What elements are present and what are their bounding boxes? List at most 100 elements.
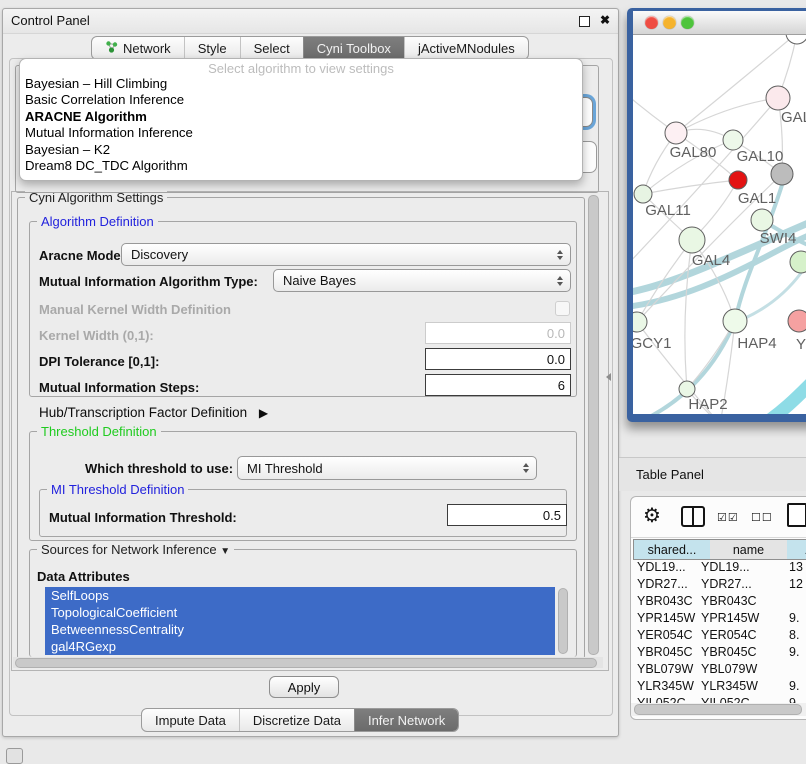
tab-style[interactable]: Style — [184, 37, 240, 59]
table-row[interactable]: YER054CYER054C8. — [631, 628, 806, 645]
split-columns-icon[interactable] — [681, 506, 705, 527]
apply-button[interactable]: Apply — [269, 676, 339, 698]
cell: 12 — [789, 577, 803, 591]
node-gcy1[interactable] — [633, 312, 647, 332]
node-gray[interactable] — [771, 163, 793, 185]
table-row[interactable]: YBR045CYBR045C9. — [631, 645, 806, 662]
attribute-item-gal4rgexp[interactable]: gal4RGexp — [45, 638, 555, 655]
column-header-name[interactable]: name — [710, 539, 788, 560]
dpi-tolerance-label: DPI Tolerance [0,1]: — [39, 354, 159, 369]
node-gal80[interactable] — [665, 122, 687, 144]
tab-discretize-data[interactable]: Discretize Data — [239, 709, 354, 731]
network-window-titlebar[interactable] — [633, 11, 806, 35]
unchecked-boxes-icon[interactable]: ☐☐ — [751, 511, 773, 524]
aracne-mode-combo[interactable]: Discovery — [121, 243, 571, 266]
attribute-item-selfloops[interactable]: SelfLoops — [45, 587, 555, 604]
manual-kernel-width-checkbox[interactable] — [555, 301, 570, 316]
cell: YDL19... — [637, 560, 686, 574]
zoom-traffic-light[interactable] — [681, 16, 694, 29]
node-hap4[interactable] — [723, 309, 747, 333]
expand-right-triangle-icon[interactable]: ▶ — [259, 406, 268, 420]
cell: YBR043C — [637, 594, 693, 608]
kernel-width-field[interactable] — [425, 322, 571, 344]
tab-label: Select — [254, 41, 290, 56]
cell: YER054C — [637, 628, 693, 642]
node-gal11[interactable] — [634, 185, 652, 203]
settings-horizontal-scrollbar[interactable] — [13, 657, 603, 668]
column-header-a[interactable]: A — [787, 539, 806, 560]
tab-jactivemnodules[interactable]: jActiveMNodules — [404, 37, 528, 59]
node-gal11-label: GAL11 — [645, 202, 691, 219]
node-hap2[interactable] — [679, 381, 695, 397]
mi-steps-field[interactable] — [425, 374, 571, 396]
table-row[interactable]: YLR345WYLR345W9. — [631, 679, 806, 696]
node-gal8[interactable] — [766, 86, 790, 110]
aracne-mode-value: Discovery — [131, 247, 188, 262]
which-threshold-value: MI Threshold — [247, 461, 323, 476]
minimize-traffic-light[interactable] — [663, 16, 676, 29]
tab-select[interactable]: Select — [240, 37, 303, 59]
tab-network[interactable]: Network — [92, 37, 184, 59]
network-view-window: GAL8GAL80GAL10GAL1GAL11SWI4GAL4GCY1HAP4Y… — [627, 8, 806, 422]
checked-boxes-icon[interactable]: ☑☑ — [717, 511, 739, 524]
mi-threshold-field[interactable] — [447, 504, 567, 526]
node-green-right[interactable] — [790, 251, 806, 273]
node-gal4[interactable] — [679, 227, 705, 253]
settings-vertical-scrollbar[interactable] — [587, 193, 599, 667]
document-icon[interactable] — [787, 503, 806, 527]
network-canvas[interactable]: GAL8GAL80GAL10GAL1GAL11SWI4GAL4GCY1HAP4Y… — [633, 35, 806, 414]
tab-infer-network[interactable]: Infer Network — [354, 709, 458, 731]
panel-divider-handle[interactable] — [606, 373, 611, 381]
node-salmon[interactable] — [788, 310, 806, 332]
node-gal10[interactable] — [723, 130, 743, 150]
dropdown-option-bayesian-k2[interactable]: Bayesian – K2 — [20, 142, 582, 158]
mi-algorithm-type-combo[interactable]: Naive Bayes — [273, 269, 571, 292]
node-swi4[interactable] — [751, 209, 773, 231]
attribute-item-betweennesscentrality[interactable]: BetweennessCentrality — [45, 621, 555, 638]
table-row[interactable]: YPR145WYPR145W9. — [631, 611, 806, 628]
network-edge[interactable] — [751, 367, 806, 414]
table-row[interactable]: YBL079WYBL079W — [631, 662, 806, 679]
dropdown-option-mutual-information-inference[interactable]: Mutual Information Inference — [20, 125, 582, 141]
node-gal1[interactable] — [729, 171, 747, 189]
collapse-down-triangle-icon[interactable]: ▼ — [220, 546, 230, 557]
dropdown-option-basic-correlation-inference[interactable]: Basic Correlation Inference — [20, 92, 582, 108]
algorithm-definition-title: Algorithm Definition — [37, 214, 158, 229]
which-threshold-combo[interactable]: MI Threshold — [237, 456, 537, 480]
table-horizontal-scrollbar[interactable] — [631, 703, 806, 716]
data-attributes-list[interactable]: SelfLoopsTopologicalCoefficientBetweenne… — [45, 587, 555, 655]
cell: YPR145W — [637, 611, 695, 625]
gear-icon[interactable]: ⚙ — [643, 503, 661, 528]
close-icon[interactable]: ✖ — [600, 13, 610, 27]
tab-label: Style — [198, 41, 227, 56]
tab-label: Cyni Toolbox — [317, 41, 391, 56]
tab-cyni-toolbox[interactable]: Cyni Toolbox — [303, 37, 404, 59]
table-row[interactable]: YBR043CYBR043C — [631, 594, 806, 611]
node-gal8-label: GAL8 — [781, 109, 806, 126]
column-header-shared-[interactable]: shared... — [633, 539, 711, 560]
table-row[interactable]: YDR27...YDR27...12 — [631, 577, 806, 594]
cell: YDR27... — [701, 577, 752, 591]
float-window-icon[interactable] — [579, 16, 590, 27]
cell: YLR345W — [637, 679, 694, 693]
close-traffic-light[interactable] — [645, 16, 658, 29]
hub-transcription-factor-expander[interactable]: Hub/Transcription Factor Definition ▶ — [39, 405, 268, 420]
network-edge[interactable] — [676, 35, 797, 133]
control-panel-window: Control Panel ✖ NetworkStyleSelectCyni T… — [2, 8, 619, 737]
sources-title: Sources for Network Inference ▼ — [37, 542, 234, 557]
hub-transcription-factor-label: Hub/Transcription Factor Definition — [39, 405, 247, 420]
tab-impute-data[interactable]: Impute Data — [142, 709, 239, 731]
attributes-vertical-scrollbar[interactable] — [557, 587, 568, 655]
threshold-definition-title: Threshold Definition — [37, 424, 161, 439]
node-top[interactable] — [786, 35, 806, 44]
dropdown-option-dream8-dc-tdc-algorithm[interactable]: Dream8 DC_TDC Algorithm — [20, 158, 582, 174]
network-edge[interactable] — [633, 98, 778, 265]
attribute-item-topologicalcoefficient[interactable]: TopologicalCoefficient — [45, 604, 555, 621]
dpi-tolerance-field[interactable] — [425, 348, 571, 370]
combo-spinner-icon — [557, 276, 563, 286]
node-gal80-label: GAL80 — [670, 144, 717, 161]
dropdown-option-bayesian-hill-climbing[interactable]: Bayesian – Hill Climbing — [20, 76, 582, 92]
dropdown-option-aracne-algorithm[interactable]: ARACNE Algorithm — [20, 109, 582, 125]
table-row[interactable]: YDL19...YDL19...13 — [631, 560, 806, 577]
tab-label: Impute Data — [155, 713, 226, 728]
